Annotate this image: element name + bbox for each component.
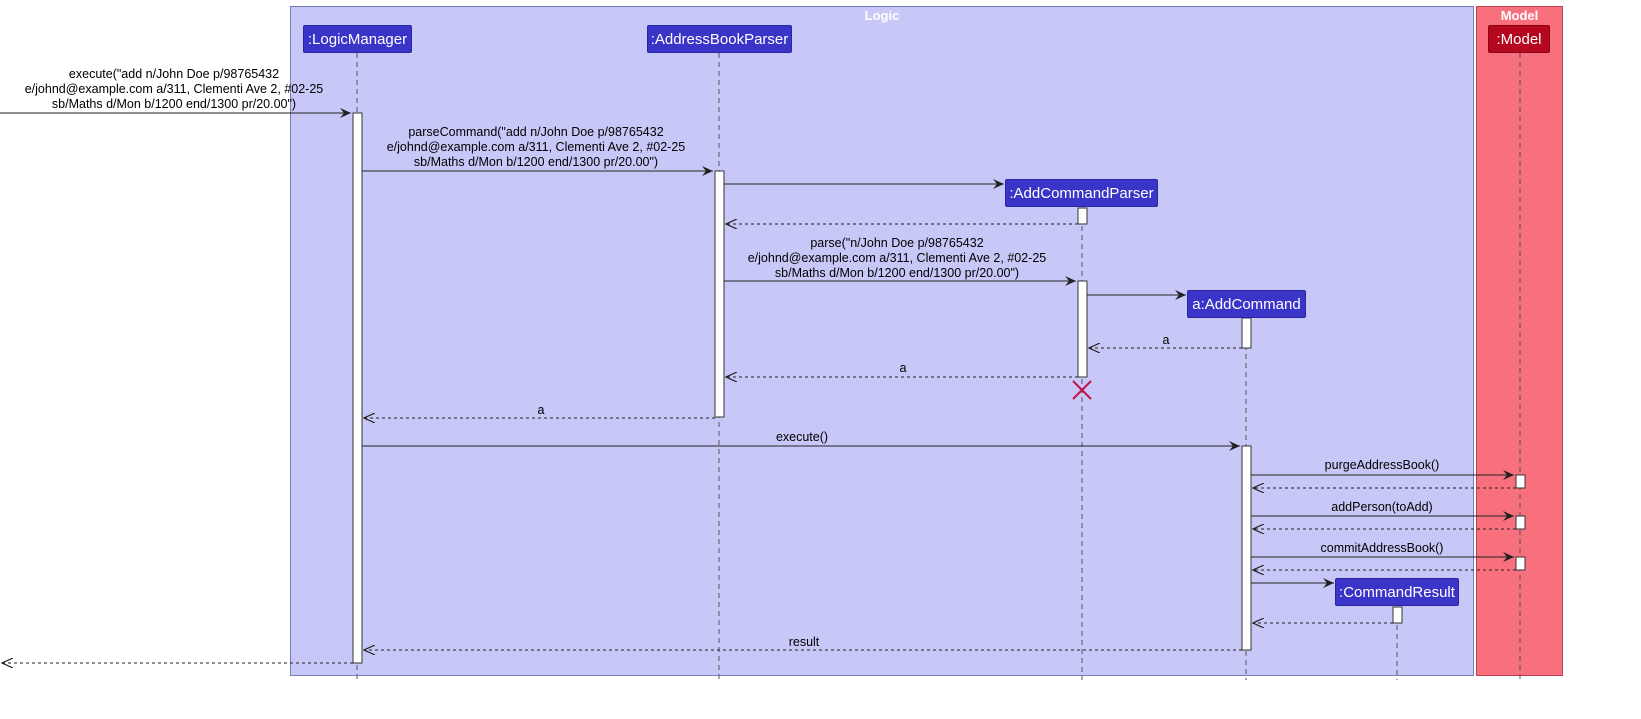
label-execute: execute() xyxy=(775,430,829,444)
activation-add-command-parser-parse xyxy=(1077,280,1088,378)
label-return-a-parse: a xyxy=(899,361,907,375)
label-result: result xyxy=(788,635,820,649)
activation-model-commit xyxy=(1515,556,1526,571)
label-commit: commitAddressBook() xyxy=(1320,541,1444,555)
activation-add-command-init xyxy=(1241,317,1252,349)
label-return-a-add-command: a xyxy=(1162,333,1170,347)
label-execute-input: execute("add n/John Doe p/98765432 e/joh… xyxy=(24,67,324,111)
activation-logic-manager xyxy=(352,112,363,664)
sequence-diagram: Logic Model:LogicManager:AddressBookPa… xyxy=(0,0,1641,719)
activation-address-book-parser xyxy=(714,170,725,418)
participant-command-result: :CommandResult xyxy=(1335,578,1459,606)
participant-add-command: a:AddCommand xyxy=(1187,290,1306,318)
participant-logic-manager: :LogicManager xyxy=(303,25,412,53)
activation-model-purge xyxy=(1515,474,1526,489)
label-return-a-parse-command: a xyxy=(537,403,545,417)
participant-add-command-parser: :AddCommandParser xyxy=(1005,179,1158,207)
label-add-person: addPerson(toAdd) xyxy=(1331,500,1433,514)
activation-add-command-parser-init xyxy=(1077,207,1088,225)
participant-address-book-parser: :AddressBookParser xyxy=(647,25,792,53)
label-parse-command: parseCommand("add n/John Doe p/98765432 … xyxy=(386,125,686,169)
label-parse: parse("n/John Doe p/98765432 e/johnd@exa… xyxy=(747,236,1047,280)
activation-command-result xyxy=(1392,606,1403,624)
label-purge: purgeAddressBook() xyxy=(1324,458,1440,472)
activation-add-command-execute xyxy=(1241,445,1252,651)
participant-model: :Model xyxy=(1488,25,1550,53)
activation-model-add xyxy=(1515,515,1526,530)
